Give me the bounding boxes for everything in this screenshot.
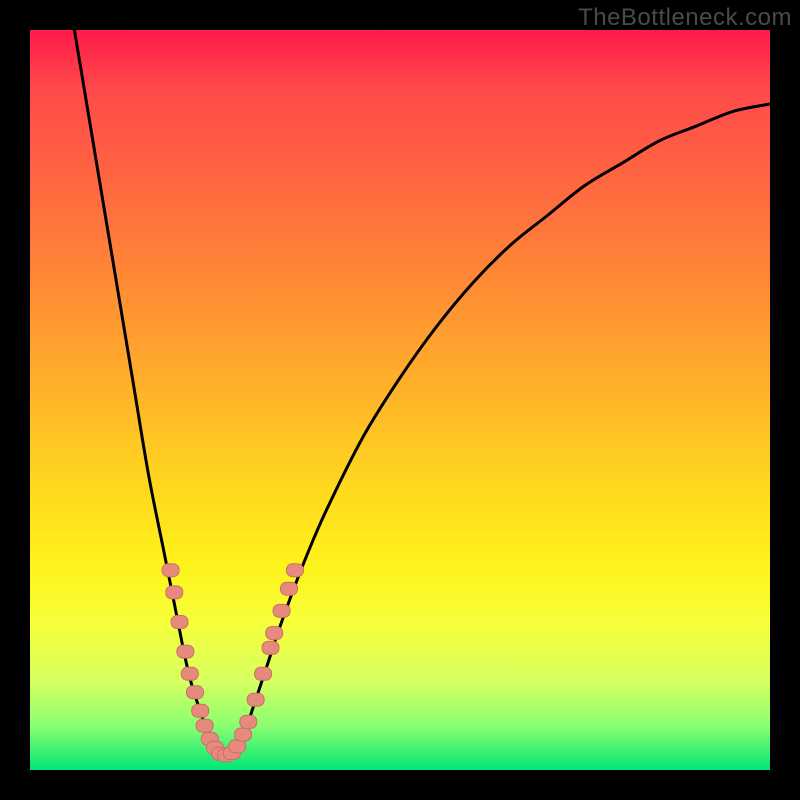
data-marker: [187, 686, 204, 699]
data-marker: [286, 564, 303, 577]
data-marker: [262, 641, 279, 654]
data-marker: [281, 582, 298, 595]
data-marker: [240, 715, 257, 728]
chart-svg: [30, 30, 770, 770]
data-marker: [171, 616, 188, 629]
plot-area: [30, 30, 770, 770]
data-marker: [166, 586, 183, 599]
data-marker: [255, 667, 272, 680]
data-marker: [247, 693, 264, 706]
data-marker: [192, 704, 209, 717]
data-marker: [266, 627, 283, 640]
data-marker: [235, 728, 252, 741]
watermark-text: TheBottleneck.com: [578, 4, 792, 32]
data-marker: [196, 719, 213, 732]
outer-frame: TheBottleneck.com: [0, 0, 800, 800]
marker-layer: [162, 564, 303, 762]
data-marker: [273, 604, 290, 617]
data-marker: [162, 564, 179, 577]
data-marker: [177, 645, 194, 658]
data-marker: [181, 667, 198, 680]
data-marker: [229, 740, 246, 753]
